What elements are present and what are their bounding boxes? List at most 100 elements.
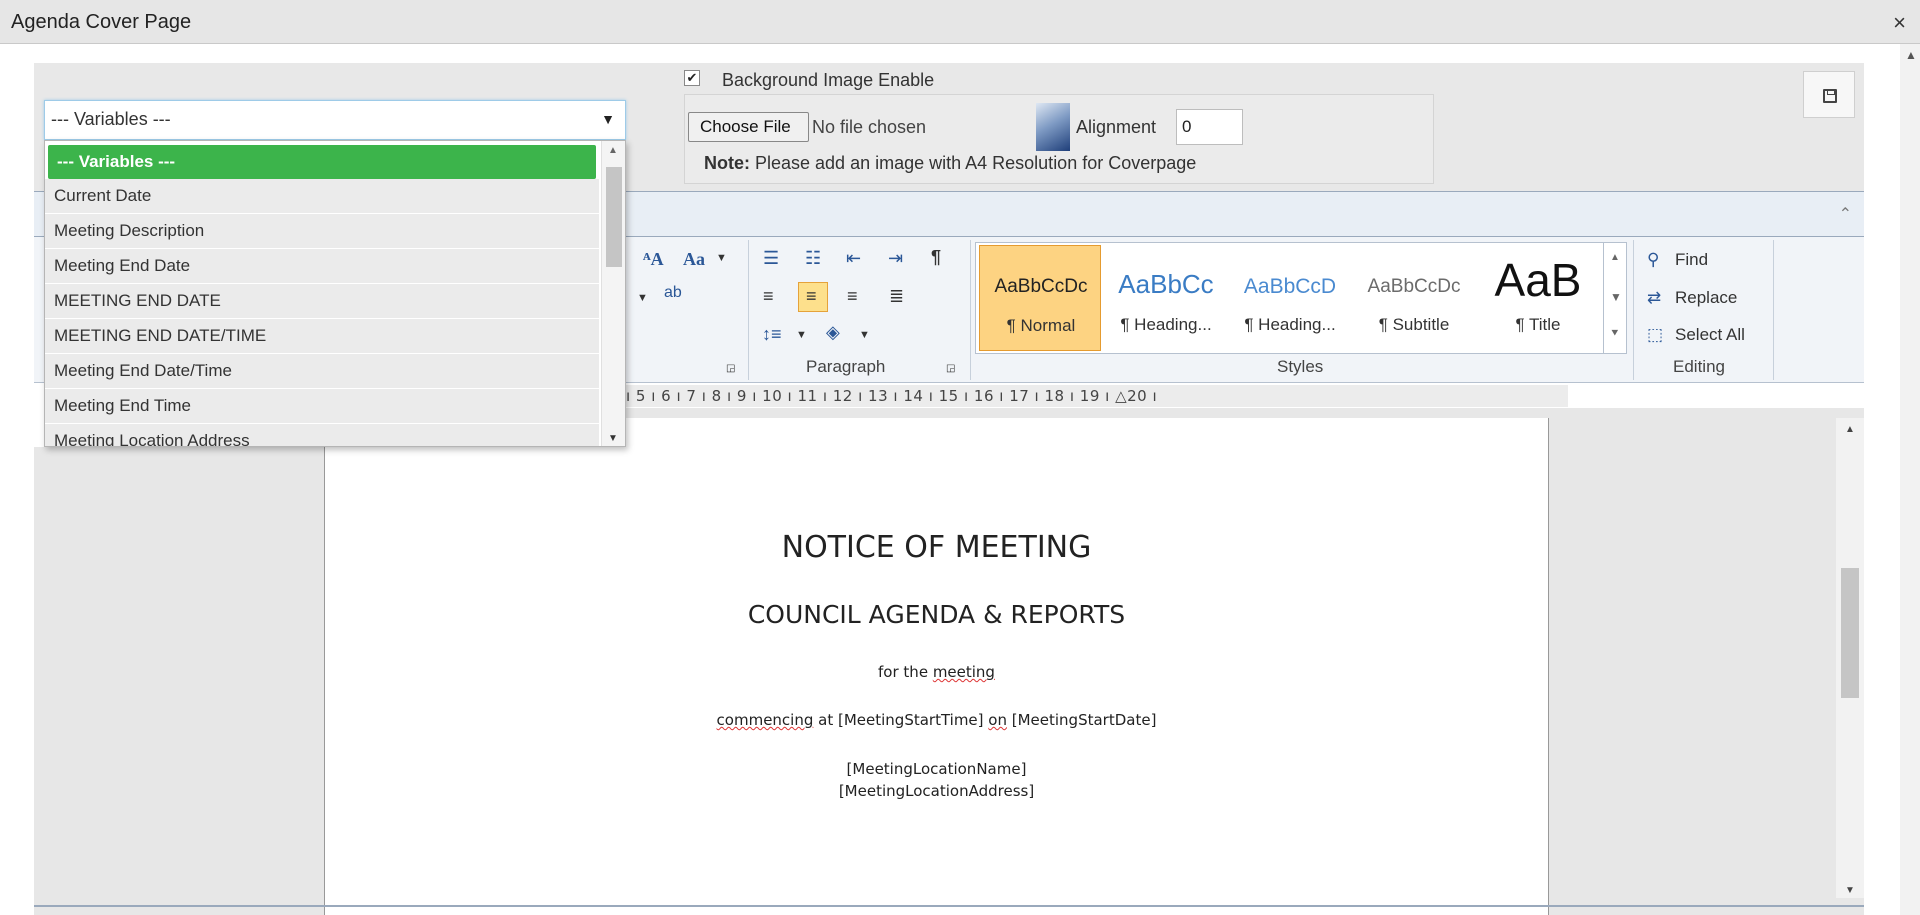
dropdown-option[interactable]: Meeting End Date (45, 249, 599, 283)
dropdown-scroll-thumb[interactable] (606, 167, 622, 267)
dropdown-scrollbar[interactable]: ▲ ▼ (601, 141, 625, 446)
style-heading-1[interactable]: AaBbCc ¶ Heading... (1105, 245, 1227, 351)
replace-icon: ⇄ (1647, 288, 1662, 307)
clear-format-icon[interactable]: ab (664, 284, 682, 302)
highlight-dropdown-icon[interactable]: ▼ (637, 292, 648, 304)
doc-line-location-name[interactable]: [MeetingLocationName] (324, 760, 1549, 778)
horizontal-ruler[interactable]: ı 5 ı 6 ı 7 ı 8 ı 9 ı 10 ı 11 ı 12 ı 13 … (626, 385, 1568, 407)
variables-dropdown-list[interactable]: --- Variables --- Current Date Meeting D… (44, 140, 626, 447)
style-sample: AaBbCc (1118, 269, 1214, 299)
style-sample: AaB (1494, 254, 1582, 306)
styles-scrollbar[interactable]: ▲ ▼ ⯆ (1603, 242, 1627, 354)
find-button[interactable]: ⚲ Find (1647, 250, 1708, 270)
bullet-list-icon[interactable]: ☰ (763, 248, 779, 269)
font-dialog-launcher-icon[interactable]: ◲ (726, 363, 735, 374)
bottom-border (34, 905, 1864, 907)
choose-file-button[interactable]: Choose File (688, 112, 809, 142)
align-center-button[interactable]: ≡ (798, 282, 828, 312)
change-case-dropdown-icon[interactable]: ▼ (716, 252, 727, 264)
find-label: Find (1675, 250, 1709, 269)
close-icon[interactable]: × (1893, 10, 1906, 36)
line-spacing-dropdown-icon[interactable]: ▼ (796, 329, 807, 341)
select-all-button[interactable]: ⬚ Select All (1647, 325, 1745, 345)
group-separator (1773, 240, 1774, 380)
style-label: ¶ Heading... (1244, 315, 1336, 334)
numbered-list-icon[interactable]: ☷ (805, 248, 821, 269)
shading-icon[interactable]: ◈ (826, 322, 840, 343)
style-subtitle[interactable]: AaBbCcDc ¶ Subtitle (1353, 245, 1475, 351)
styles-group-label: Styles (1277, 357, 1324, 376)
dropdown-scroll-up-icon[interactable]: ▲ (608, 145, 618, 156)
styles-more-icon[interactable]: ⯆ (1610, 326, 1620, 341)
background-note: Note: Please add an image with A4 Resolu… (704, 153, 1196, 174)
collapse-ribbon-icon[interactable]: ⌃ (1839, 204, 1852, 224)
styles-scroll-down-icon[interactable]: ▼ (1610, 290, 1622, 304)
note-label: Note: (704, 153, 750, 173)
dropdown-option[interactable]: MEETING END DATE (45, 284, 599, 318)
variables-select[interactable]: --- Variables --- ▼ (44, 100, 626, 140)
chevron-down-icon: ▼ (601, 111, 615, 127)
paragraph-dialog-launcher-icon[interactable]: ◲ (946, 363, 955, 374)
save-button[interactable] (1803, 71, 1855, 118)
paragraph-group-label: Paragraph (806, 357, 886, 376)
grow-font-icon[interactable]: ᴬA (643, 249, 664, 270)
doc-text: [MeetingStartDate] (1006, 711, 1157, 729)
window-scrollbar[interactable]: ▲ (1900, 44, 1920, 915)
decrease-indent-icon[interactable]: ⇤ (846, 248, 861, 269)
select-all-icon: ⬚ (1647, 325, 1664, 344)
align-center-icon: ≡ (806, 286, 817, 306)
shading-dropdown-icon[interactable]: ▼ (859, 329, 870, 341)
doc-scroll-down-icon[interactable]: ▼ (1845, 885, 1855, 896)
doc-line-location-address[interactable]: [MeetingLocationAddress] (324, 782, 1549, 800)
style-sample: AaBbCcDc (994, 276, 1088, 297)
style-title[interactable]: AaB ¶ Title (1477, 245, 1599, 351)
doc-line-for-meeting[interactable]: for the meeting (324, 663, 1549, 681)
alignment-input[interactable]: 0 (1176, 109, 1243, 145)
replace-button[interactable]: ⇄ Replace (1647, 288, 1737, 308)
binoculars-icon: ⚲ (1647, 250, 1660, 269)
doc-heading-agenda[interactable]: COUNCIL AGENDA & REPORTS (324, 600, 1549, 629)
dropdown-option[interactable]: MEETING END DATE/TIME (45, 319, 599, 353)
align-left-icon[interactable]: ≡ (763, 286, 774, 307)
style-label: ¶ Heading... (1120, 315, 1212, 334)
align-right-icon[interactable]: ≡ (847, 286, 858, 307)
select-all-label: Select All (1675, 325, 1745, 344)
window-title: Agenda Cover Page (11, 11, 192, 33)
change-case-icon[interactable]: Aa (683, 249, 705, 270)
line-spacing-icon[interactable]: ↕≡ (762, 324, 782, 345)
document-scrollbar[interactable]: ▲ ▼ (1836, 418, 1864, 898)
editing-group-label: Editing (1673, 357, 1725, 376)
justify-icon[interactable]: ≣ (889, 286, 904, 307)
dropdown-option[interactable]: Meeting Description (45, 214, 599, 248)
group-separator (748, 240, 749, 380)
doc-text-misspelled: commencing (716, 711, 814, 729)
alignment-label: Alignment (1076, 117, 1157, 137)
style-sample: AaBbCcD (1243, 275, 1337, 298)
note-text: Please add an image with A4 Resolution f… (750, 153, 1197, 173)
style-label: ¶ Subtitle (1378, 315, 1450, 334)
styles-scroll-up-icon[interactable]: ▲ (1610, 252, 1620, 263)
doc-heading-notice[interactable]: NOTICE OF MEETING (324, 530, 1549, 565)
window-titlebar: Agenda Cover Page × (0, 0, 1920, 44)
style-normal[interactable]: AaBbCcDc ¶ Normal (979, 245, 1101, 351)
style-sample: AaBbCcDc (1367, 276, 1461, 297)
dropdown-scroll-down-icon[interactable]: ▼ (608, 433, 618, 444)
replace-label: Replace (1675, 288, 1738, 307)
dropdown-option[interactable]: Current Date (45, 179, 599, 213)
doc-scroll-up-icon[interactable]: ▲ (1845, 424, 1855, 435)
style-label: ¶ Title (1515, 315, 1561, 334)
show-formatting-icon[interactable]: ¶ (931, 247, 941, 268)
group-separator (1633, 240, 1634, 380)
group-separator (970, 240, 971, 380)
doc-line-commencing[interactable]: commencing at [MeetingStartTime] on [Mee… (324, 711, 1549, 729)
style-heading-2[interactable]: AaBbCcD ¶ Heading... (1229, 245, 1351, 351)
scroll-up-icon[interactable]: ▲ (1905, 48, 1917, 62)
increase-indent-icon[interactable]: ⇥ (888, 248, 903, 269)
dropdown-option[interactable]: --- Variables --- (48, 145, 596, 179)
doc-scroll-thumb[interactable] (1841, 568, 1859, 698)
dropdown-option[interactable]: Meeting End Date/Time (45, 354, 599, 388)
dropdown-option[interactable]: Meeting Location Address (45, 424, 599, 446)
background-image-checkbox[interactable]: ✔ (684, 70, 700, 86)
dropdown-option[interactable]: Meeting End Time (45, 389, 599, 423)
doc-text: for the (878, 663, 933, 681)
